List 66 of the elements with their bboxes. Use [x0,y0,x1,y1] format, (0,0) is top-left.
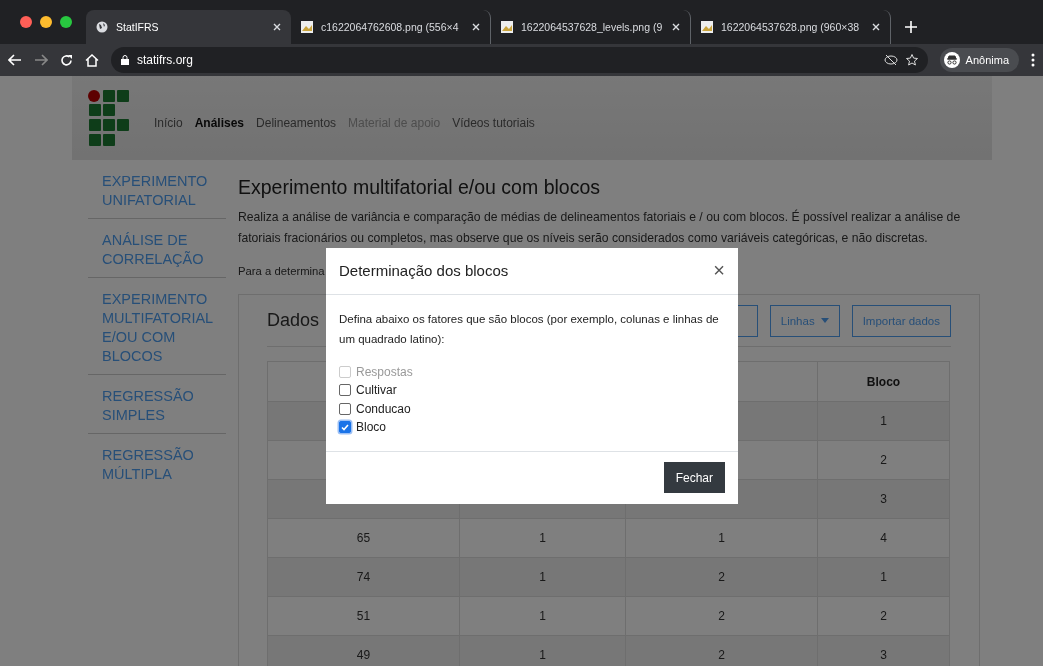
table-cell: 4 [817,518,950,558]
table-cell: 3 [817,635,950,666]
table-cell: 51 [267,596,460,636]
card-title: Dados [267,310,320,331]
page-title: Experimento multifatorial e/ou com blocos [238,175,601,200]
table-cell: 2 [625,557,818,597]
close-button[interactable]: × [713,259,725,283]
close-icon[interactable] [472,23,480,31]
menu-icon[interactable] [1031,53,1035,67]
nav-link[interactable]: Início [154,116,183,130]
checkbox[interactable] [339,403,351,415]
table-cell: 74 [267,557,460,597]
nav-link[interactable]: Delineamentos [256,116,337,130]
note-text: Para a determina [238,264,325,279]
incognito-icon [943,52,960,68]
profile-button[interactable]: Anônima [939,48,1019,72]
table-cell: 1 [459,557,626,597]
nav-link[interactable]: Vídeos tutoriais [452,116,535,130]
modal-title: Determinação dos blocos [339,262,510,280]
table-cell: 1 [459,518,626,558]
table-cell: 1 [817,557,950,597]
close-icon[interactable] [872,23,880,31]
nav-link[interactable]: Análises [194,116,245,130]
table-cell: 2 [625,596,818,636]
new-tab-icon[interactable] [905,21,917,33]
table-cell: 65 [267,518,460,558]
table-cell: 2 [817,596,950,636]
eye-off-icon[interactable] [883,55,898,65]
table-cell: 3 [817,479,950,519]
checkbox-option[interactable]: Conducao [339,399,725,419]
caret-icon [820,318,829,323]
back-icon[interactable] [8,54,22,66]
modal-text: Defina abaixo os fatores que são blocos (por exemplo, colunas e linhas de um quadrado latino): [339,311,720,347]
window-zoom-button[interactable] [60,16,72,28]
table-cell: 2 [817,440,950,480]
table-cell: 2 [625,635,818,666]
table-cell: 1 [459,635,626,666]
import-button[interactable]: Importar dados [851,304,951,337]
window-close-button[interactable] [20,16,32,28]
globe-icon [96,21,108,33]
table-cell: 49 [267,635,460,666]
table-cell: 1 [817,401,950,441]
logo-icon [88,89,130,147]
home-icon[interactable] [85,53,99,67]
image-icon [301,21,313,33]
star-icon[interactable] [905,54,918,66]
forward-icon[interactable] [34,54,48,66]
table-cell: 1 [459,596,626,636]
close-dialog-button[interactable]: Fechar [663,462,725,494]
close-icon[interactable] [672,23,680,31]
sidebar-link[interactable]: EXPERIMENTO MULTIFATORIAL E/OU COM BLOCOS [88,288,226,375]
description-text: Realiza a análise de variância e comparação de médias de delineamentos fatoriais e / ou com blocos. É possível realizar a análise de fatoriais fracionários ou completos, mas observe que os níveis serão considerados como variáveis categóricas, e não discretas. [238,208,962,247]
table-cell: 1 [625,518,818,558]
window-minimize-button[interactable] [40,16,52,28]
column-header: Bloco [817,361,950,402]
checkbox[interactable] [339,421,351,434]
checkbox-option[interactable]: Bloco [339,418,725,437]
reload-icon[interactable] [60,53,73,67]
image-icon [701,21,713,33]
image-icon [501,21,513,33]
dropdown-button[interactable]: Linhas [769,304,840,337]
checkbox-option[interactable]: Cultivar [339,381,725,400]
checkbox[interactable] [339,384,351,397]
browser-tab[interactable]: StatIFRS [86,10,291,44]
close-icon[interactable] [273,23,281,31]
lock-icon [121,55,129,65]
